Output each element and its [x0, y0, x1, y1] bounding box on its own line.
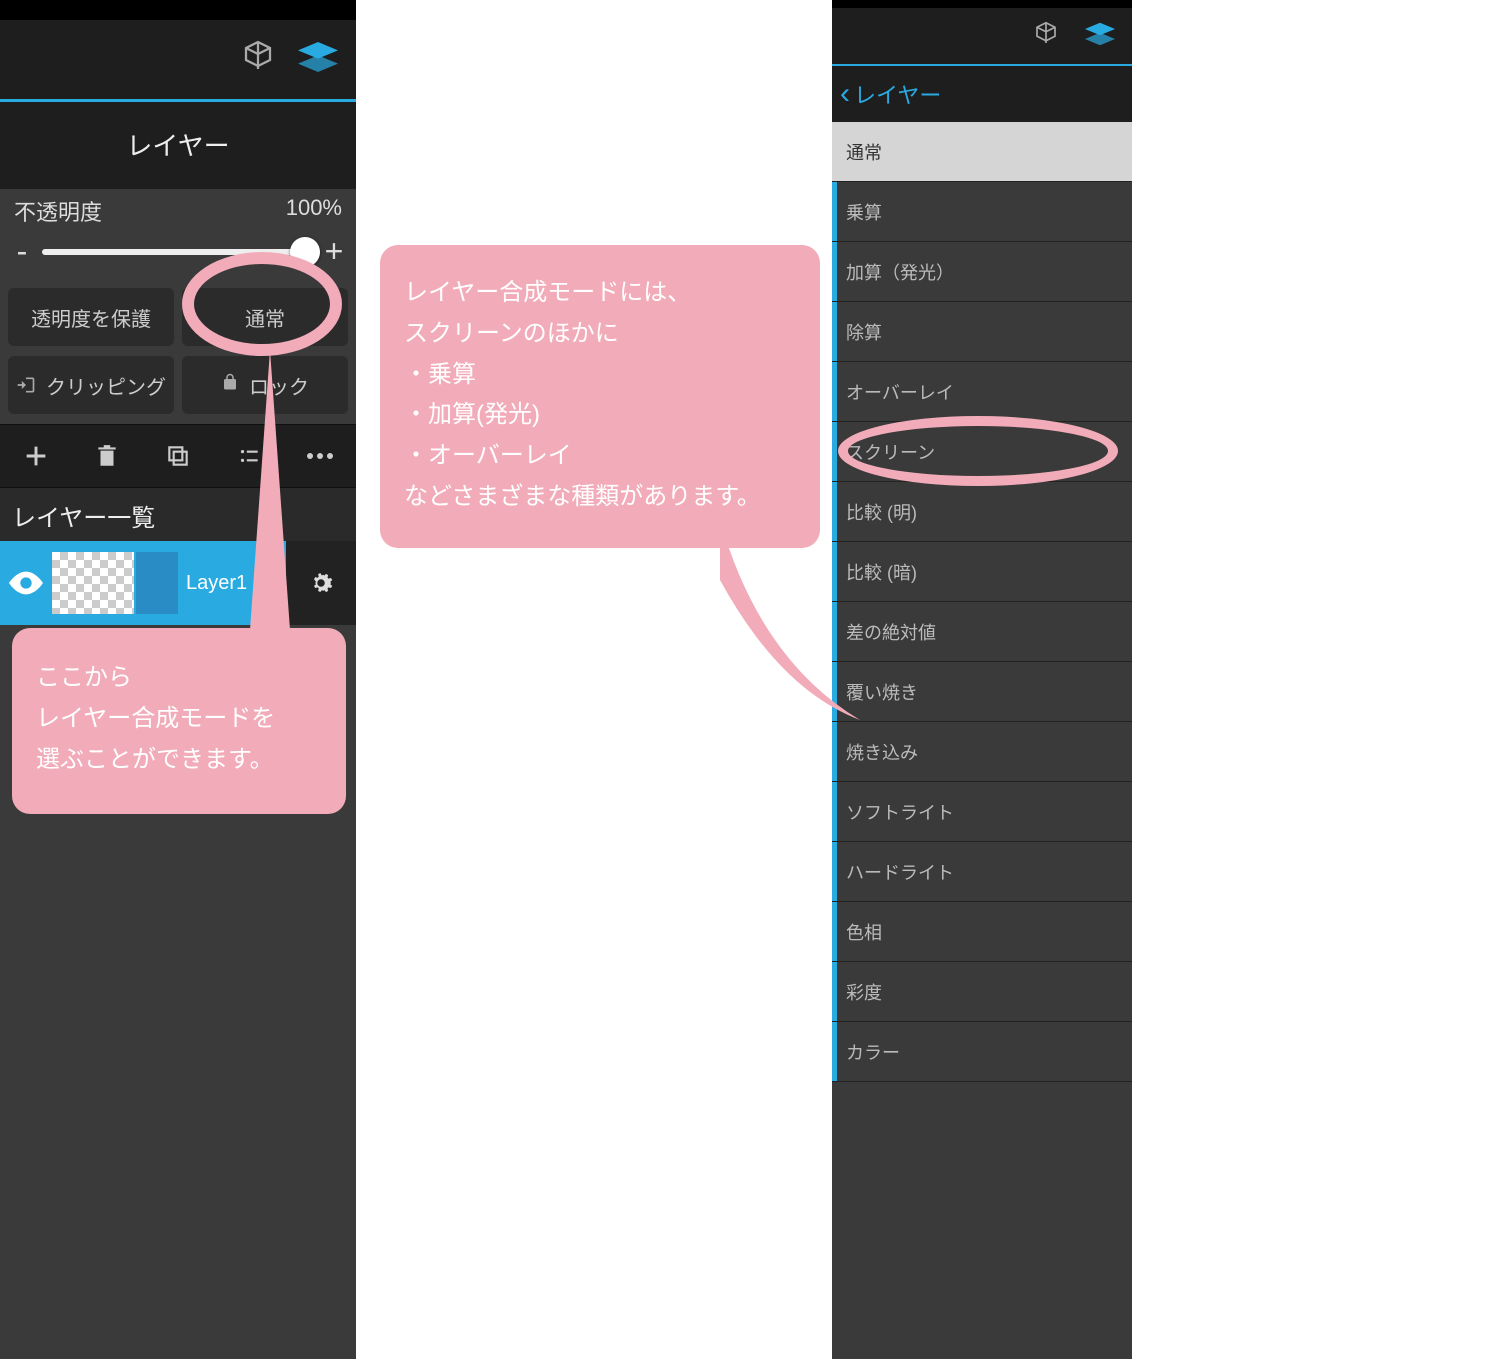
blend-mode-option[interactable]: 通常 [832, 122, 1132, 182]
delete-layer-button[interactable] [89, 438, 125, 474]
opacity-minus-button[interactable]: - [10, 233, 34, 270]
callout1-line2: レイヤー合成モードを [36, 699, 322, 740]
blend-mode-option-label: 色相 [846, 919, 882, 945]
materials-tab-icon[interactable] [240, 39, 276, 80]
layer-thumbnail [52, 552, 134, 614]
materials-tab-icon[interactable] [1028, 16, 1064, 57]
callout2-line6: などさまざまな種類があります。 [404, 477, 796, 518]
blend-mode-option-label: カラー [846, 1039, 900, 1065]
status-bar [832, 0, 1132, 8]
layer-list-header: レイヤー一覧 [0, 488, 356, 541]
more-button[interactable] [302, 438, 338, 474]
opacity-row: 不透明度 100% [0, 189, 356, 227]
panel-tabbar [832, 8, 1132, 66]
back-button[interactable]: ‹ レイヤー [832, 66, 1132, 122]
layer-mask-thumbnail [136, 552, 178, 614]
blend-mode-option[interactable]: 焼き込み [832, 722, 1132, 782]
blend-mode-option[interactable]: 比較 (明) [832, 482, 1132, 542]
blend-mode-option[interactable]: 覆い焼き [832, 662, 1132, 722]
layer-settings-button[interactable] [286, 541, 356, 625]
blend-mode-option[interactable]: 加算（発光） [832, 242, 1132, 302]
blend-mode-option[interactable]: 差の絶対値 [832, 602, 1132, 662]
blend-mode-option[interactable]: 除算 [832, 302, 1132, 362]
blend-mode-panel: ‹ レイヤー 通常乗算加算（発光）除算オーバーレイスクリーン比較 (明)比較 (… [832, 0, 1132, 1359]
active-indicator [832, 362, 837, 421]
visibility-icon[interactable] [0, 571, 52, 595]
blend-mode-option-label: 加算（発光） [846, 259, 954, 285]
blend-mode-option-label: ソフトライト [846, 799, 954, 825]
duplicate-layer-button[interactable] [160, 438, 196, 474]
lock-icon [221, 372, 239, 398]
blend-mode-option-label: ハードライト [846, 859, 954, 885]
layer-toolbar [0, 424, 356, 488]
blend-mode-option[interactable]: ソフトライト [832, 782, 1132, 842]
blend-mode-option[interactable]: ハードライト [832, 842, 1132, 902]
protect-transparency-button[interactable]: 透明度を保護 [8, 288, 174, 346]
active-indicator [832, 242, 837, 301]
opacity-plus-button[interactable]: + [322, 233, 346, 270]
layer-row[interactable]: Layer1 [0, 541, 356, 625]
blend-mode-option-label: 乗算 [846, 199, 882, 225]
protect-transparency-label: 透明度を保護 [31, 303, 151, 332]
callout1-line3: 選ぶことができます。 [36, 740, 322, 781]
opacity-value: 100% [286, 195, 342, 227]
active-indicator [832, 842, 837, 901]
blend-mode-option[interactable]: 比較 (暗) [832, 542, 1132, 602]
blend-mode-option[interactable]: 色相 [832, 902, 1132, 962]
active-indicator [832, 1022, 837, 1081]
callout2-line3: ・乗算 [404, 355, 796, 396]
blend-mode-option[interactable]: カラー [832, 1022, 1132, 1082]
layers-tab-icon[interactable] [1080, 19, 1120, 54]
clipping-button[interactable]: クリッピング [8, 356, 174, 414]
add-layer-button[interactable] [18, 438, 54, 474]
blend-mode-option-label: 除算 [846, 319, 882, 345]
callout2-line2: スクリーンのほかに [404, 314, 796, 355]
clipping-label: クリッピング [46, 371, 166, 400]
callout2-line5: ・オーバーレイ [404, 436, 796, 477]
chevron-left-icon: ‹ [840, 77, 850, 111]
annotation-callout-2: レイヤー合成モードには、 スクリーンのほかに ・乗算 ・加算(発光) ・オーバー… [380, 245, 820, 548]
status-bar [0, 0, 356, 20]
opacity-label: 不透明度 [14, 195, 102, 227]
panel-tabbar [0, 20, 356, 102]
active-indicator [832, 962, 837, 1021]
active-indicator [832, 902, 837, 961]
blend-mode-option[interactable]: 乗算 [832, 182, 1132, 242]
active-indicator [832, 422, 837, 481]
highlight-ring-2 [838, 416, 1118, 486]
callout-tail [720, 520, 860, 760]
active-indicator [832, 782, 837, 841]
blend-mode-option[interactable]: オーバーレイ [832, 362, 1132, 422]
callout1-line1: ここから [36, 658, 322, 699]
annotation-callout-1: ここから レイヤー合成モードを 選ぶことができます。 [12, 628, 346, 814]
blend-mode-option-label: 彩度 [846, 979, 882, 1005]
back-label: レイヤー [854, 78, 941, 110]
blend-mode-option[interactable]: 彩度 [832, 962, 1132, 1022]
callout2-line1: レイヤー合成モードには、 [404, 273, 796, 314]
active-indicator [832, 302, 837, 361]
highlight-ring [182, 252, 342, 356]
panel-title: レイヤー [0, 102, 356, 189]
blend-mode-option-label: オーバーレイ [846, 379, 954, 405]
active-indicator [832, 182, 837, 241]
callout2-line4: ・加算(発光) [404, 395, 796, 436]
callout-pointer [250, 350, 290, 630]
layers-tab-icon[interactable] [298, 42, 338, 77]
blend-mode-list: 通常乗算加算（発光）除算オーバーレイスクリーン比較 (明)比較 (暗)差の絶対値… [832, 122, 1132, 1082]
blend-mode-option-label: 通常 [846, 139, 882, 165]
